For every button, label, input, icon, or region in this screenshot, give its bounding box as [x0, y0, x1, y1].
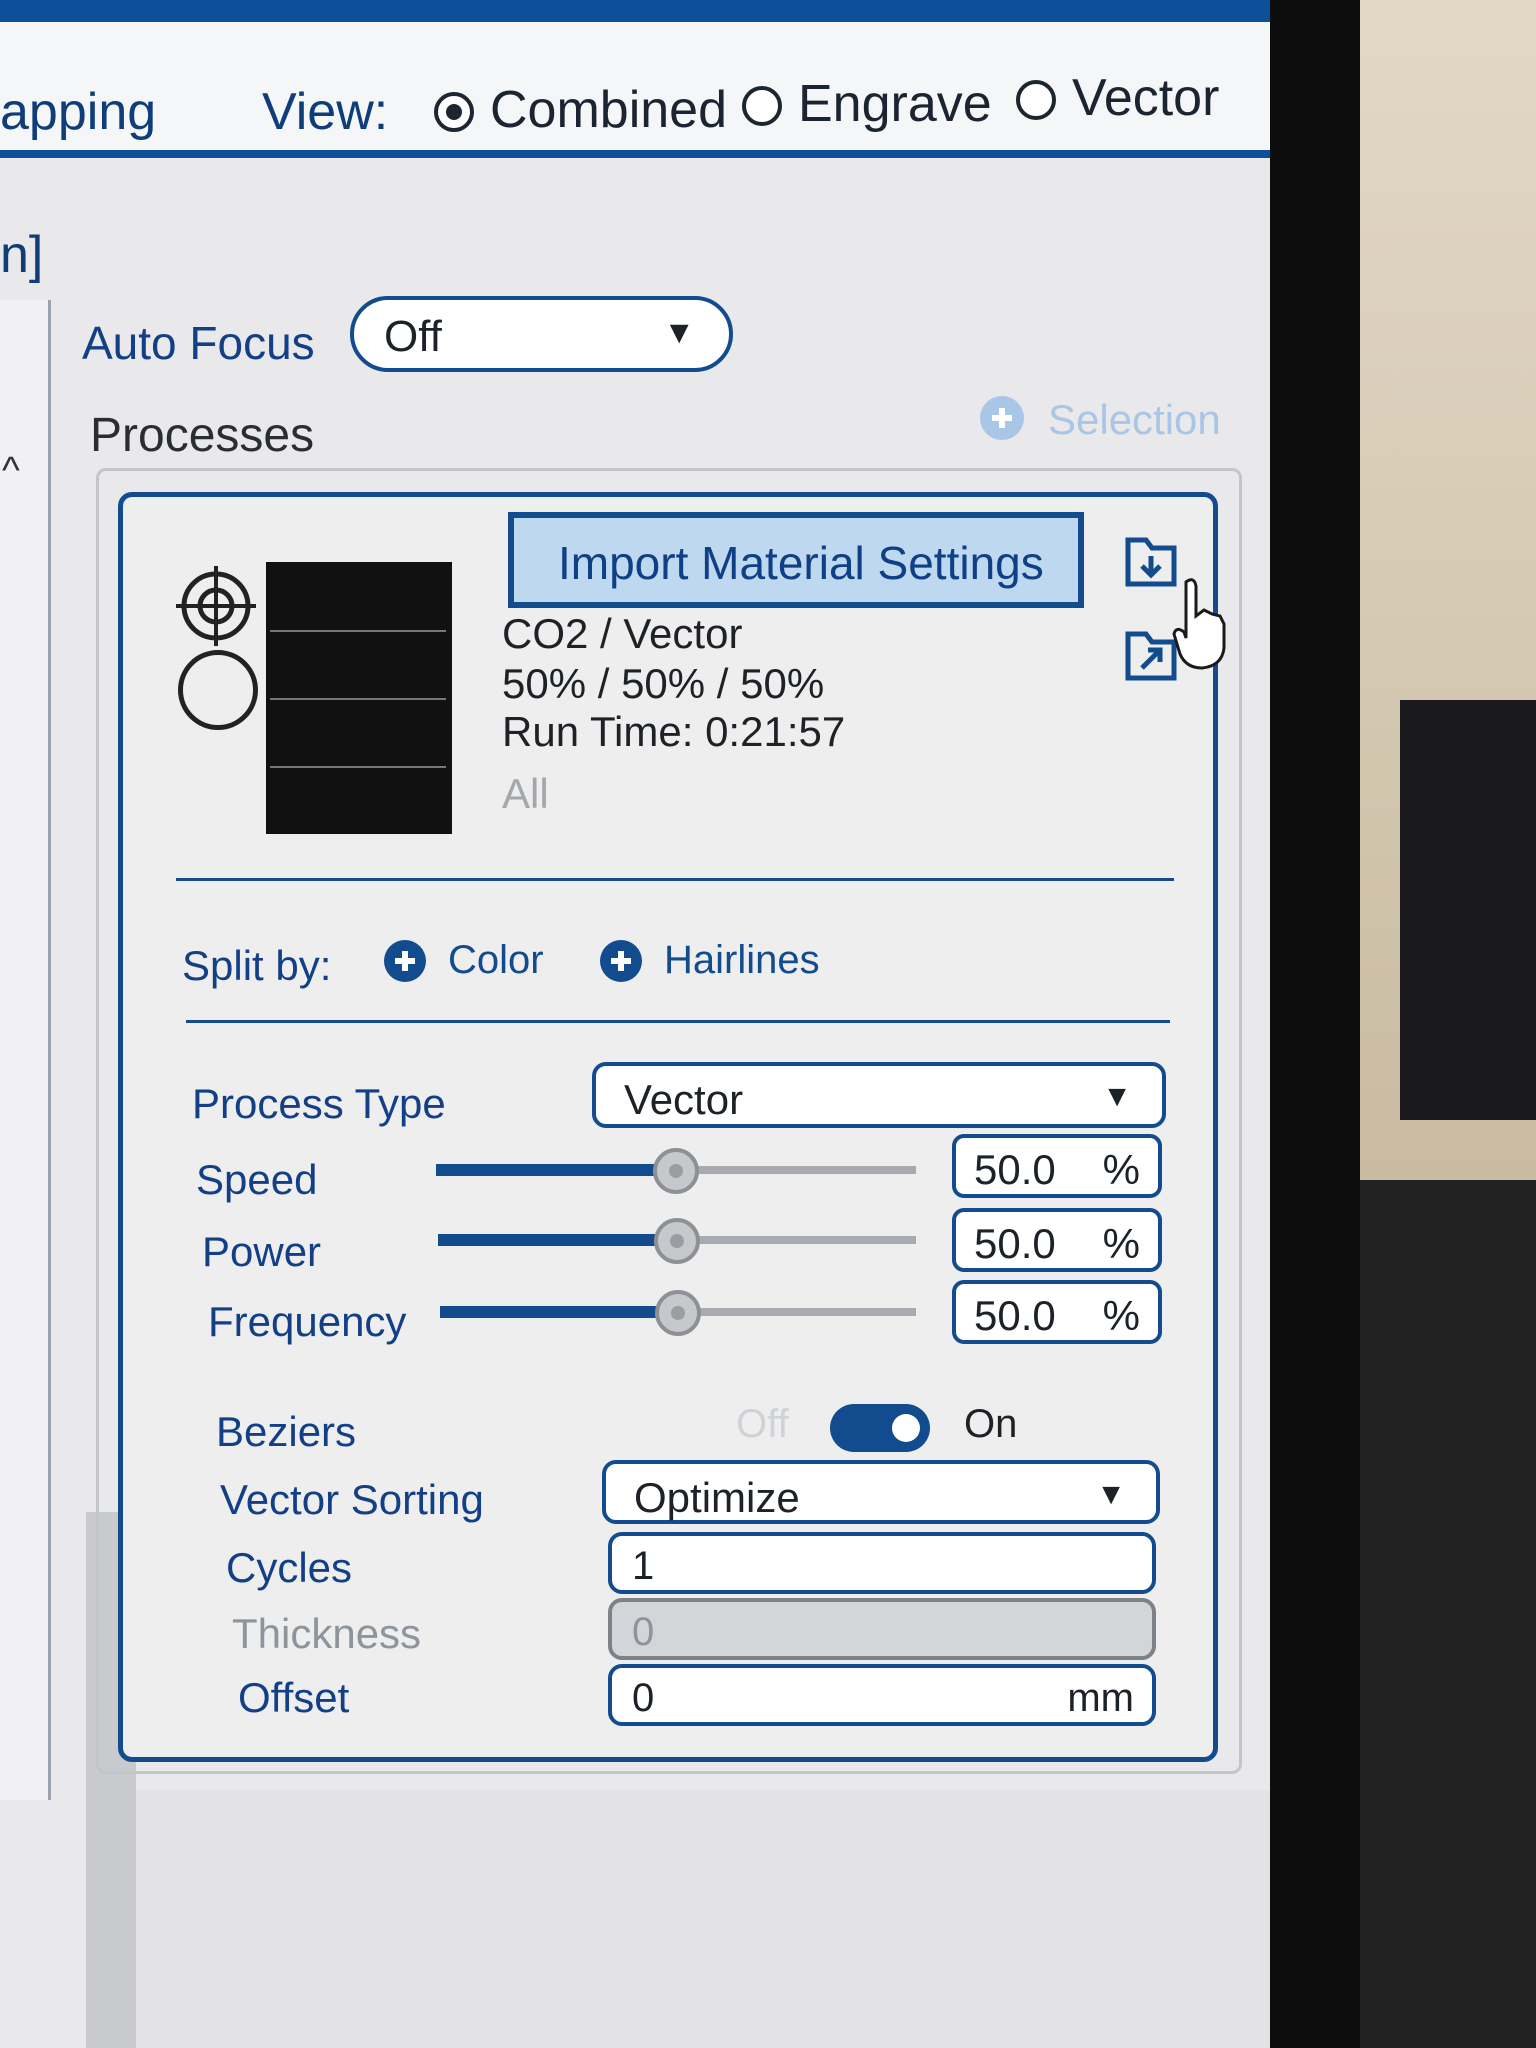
- vector-sorting-label: Vector Sorting: [220, 1476, 484, 1523]
- mapping-label: apping: [0, 83, 157, 141]
- slider-knob[interactable]: [654, 1218, 700, 1264]
- plus-circle-icon: [980, 396, 1024, 440]
- chevron-down-icon: ▼: [1096, 1478, 1126, 1511]
- view-engrave-radio[interactable]: [742, 86, 782, 126]
- processes-title: Processes: [90, 409, 315, 462]
- left-panel-list[interactable]: [0, 300, 51, 1800]
- thickness-label: Thickness: [232, 1610, 422, 1657]
- chevron-up-icon[interactable]: ^: [2, 450, 20, 493]
- process-laser-type: CO2 / Vector: [502, 610, 743, 657]
- speed-label: Speed: [196, 1156, 318, 1203]
- plus-circle-icon: [600, 940, 642, 982]
- crosshair-icon: [176, 566, 256, 646]
- power-label: Power: [202, 1228, 322, 1275]
- process-type-label: Process Type: [192, 1080, 446, 1127]
- selection-label: Selection: [1048, 396, 1221, 443]
- divider: [186, 1020, 1170, 1023]
- cycles-field[interactable]: 1: [608, 1532, 1156, 1594]
- chevron-down-icon: ▼: [1102, 1080, 1132, 1113]
- offset-value: 0: [632, 1676, 655, 1720]
- offset-label: Offset: [238, 1674, 350, 1721]
- speed-unit: %: [1102, 1146, 1140, 1193]
- view-combined-radio[interactable]: [434, 92, 474, 132]
- view-label: View:: [262, 83, 389, 141]
- hand-cursor-icon: [1172, 578, 1226, 670]
- beziers-label: Beziers: [216, 1408, 357, 1455]
- background-shelf: [1400, 700, 1536, 1120]
- process-scope: All: [502, 770, 549, 817]
- view-engrave-label[interactable]: Engrave: [798, 74, 992, 134]
- slider-track[interactable]: [676, 1166, 916, 1174]
- offset-field[interactable]: 0 mm: [608, 1664, 1156, 1726]
- empty-panel-area: [136, 1790, 1270, 2048]
- shape-preview-circle: [178, 650, 258, 730]
- slider-knob[interactable]: [653, 1148, 699, 1194]
- thickness-field: 0: [608, 1598, 1156, 1660]
- view-vector-label[interactable]: Vector: [1072, 68, 1219, 128]
- offset-unit: mm: [1067, 1676, 1134, 1720]
- slider-fill: [436, 1164, 676, 1176]
- frequency-unit: %: [1102, 1292, 1140, 1339]
- frequency-label: Frequency: [208, 1298, 407, 1345]
- auto-focus-value: Off: [384, 312, 442, 361]
- view-combined-label[interactable]: Combined: [490, 80, 727, 140]
- import-material-settings-button[interactable]: Import Material Settings: [508, 512, 1084, 608]
- speed-value: 50.0: [974, 1146, 1056, 1193]
- beziers-toggle[interactable]: [830, 1404, 930, 1452]
- chevron-down-icon: ▼: [663, 314, 695, 350]
- split-by-color-label: Color: [448, 938, 544, 982]
- slider-fill: [440, 1306, 678, 1318]
- speed-slider[interactable]: [436, 1148, 916, 1194]
- screen: apping View: Combined Engrave Vector n] …: [0, 0, 1270, 2048]
- thickness-value: 0: [632, 1610, 655, 1654]
- beziers-on-label: On: [964, 1402, 1018, 1446]
- frequency-value: 50.0: [974, 1292, 1056, 1339]
- import-material-settings-label: Import Material Settings: [558, 537, 1044, 589]
- rail-bracket-text: n]: [0, 226, 44, 284]
- background-desk: [1360, 1180, 1536, 2048]
- process-run-time: Run Time: 0:21:57: [502, 708, 846, 755]
- monitor-bezel: [1270, 0, 1360, 2048]
- vector-sorting-select[interactable]: Optimize ▼: [602, 1460, 1160, 1524]
- process-type-select[interactable]: Vector ▼: [592, 1062, 1166, 1128]
- split-by-hairlines-label: Hairlines: [664, 938, 820, 982]
- view-toolbar: apping View: Combined Engrave Vector: [0, 22, 1270, 158]
- power-slider[interactable]: [438, 1218, 916, 1264]
- power-unit: %: [1102, 1220, 1140, 1267]
- cycles-value: 1: [632, 1544, 655, 1588]
- slider-fill: [438, 1234, 677, 1246]
- auto-focus-label: Auto Focus: [82, 317, 315, 369]
- slider-track[interactable]: [677, 1236, 916, 1244]
- power-field[interactable]: 50.0 %: [952, 1208, 1162, 1272]
- frequency-field[interactable]: 50.0 %: [952, 1280, 1162, 1344]
- slider-knob[interactable]: [655, 1290, 701, 1336]
- window-top-frame: [0, 0, 1270, 22]
- split-by-label: Split by:: [182, 942, 332, 989]
- auto-focus-select[interactable]: Off ▼: [350, 296, 733, 372]
- plus-circle-icon: [384, 940, 426, 982]
- view-vector-radio[interactable]: [1016, 80, 1056, 120]
- cycles-label: Cycles: [226, 1544, 353, 1591]
- process-settings-summary: 50% / 50% / 50%: [502, 660, 825, 707]
- process-type-value: Vector: [624, 1076, 744, 1123]
- process-color-swatch[interactable]: [266, 562, 452, 834]
- vector-sorting-value: Optimize: [634, 1474, 800, 1521]
- divider: [176, 878, 1174, 881]
- power-value: 50.0: [974, 1220, 1056, 1267]
- beziers-off-label: Off: [736, 1402, 789, 1446]
- frequency-slider[interactable]: [440, 1290, 916, 1336]
- speed-field[interactable]: 50.0 %: [952, 1134, 1162, 1198]
- slider-track[interactable]: [678, 1308, 916, 1316]
